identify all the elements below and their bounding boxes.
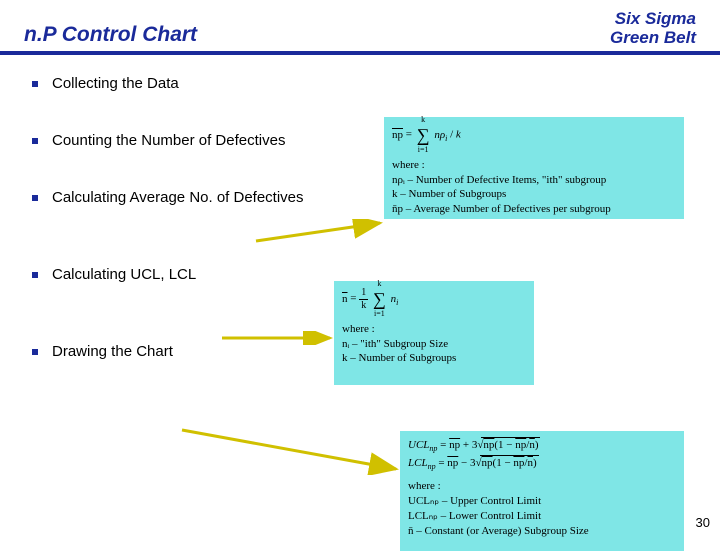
equation-def: k – Number of Subgroups <box>392 187 676 202</box>
equation-box-avg-n: n = 1k ∑ki=1 ni where : nᵢ – "ith" Subgr… <box>334 281 534 385</box>
equation-where: where : <box>408 479 676 494</box>
bullet-text: Collecting the Data <box>52 75 179 92</box>
equation-def: n̄p – Average Number of Defectives per s… <box>392 202 676 217</box>
bullet-text: Drawing the Chart <box>52 343 173 360</box>
brand-line2: Green Belt <box>610 28 696 47</box>
equation-main: n = 1k ∑ki=1 ni <box>342 287 526 311</box>
equation-def: nρᵢ – Number of Defective Items, "ith" s… <box>392 173 676 188</box>
list-item: Collecting the Data <box>30 75 340 92</box>
brand-label: Six Sigma Green Belt <box>610 10 696 47</box>
bullet-list: Collecting the Data Counting the Number … <box>30 75 340 360</box>
equation-def: n̄ – Constant (or Average) Subgroup Size <box>408 524 676 539</box>
equation-main: np = ∑ki=1 nρi / k <box>392 123 676 147</box>
equation-def: nᵢ – "ith" Subgroup Size <box>342 337 526 352</box>
slide-title: n.P Control Chart <box>24 23 197 47</box>
equation-def: k – Number of Subgroups <box>342 351 526 366</box>
list-item: Drawing the Chart <box>30 343 340 360</box>
equation-lcl: LCLnp = np − 3√np(1 − np/n) <box>408 455 676 473</box>
equation-ucl: UCLnp = np + 3√np(1 − np/n) <box>408 437 676 455</box>
equation-where: where : <box>342 322 526 337</box>
bullet-text: Counting the Number of Defectives <box>52 132 285 149</box>
brand-line1: Six Sigma <box>615 9 696 28</box>
slide-body: Collecting the Data Counting the Number … <box>0 55 720 525</box>
list-item: Calculating UCL, LCL <box>30 266 340 283</box>
slide-header: n.P Control Chart Six Sigma Green Belt <box>0 0 720 55</box>
equation-box-ucl-lcl: UCLnp = np + 3√np(1 − np/n) LCLnp = np −… <box>400 431 684 551</box>
list-item: Counting the Number of Defectives <box>30 132 340 149</box>
arrow-icon <box>180 425 402 475</box>
equation-def: LCLₙₚ – Lower Control Limit <box>408 509 676 524</box>
equation-where: where : <box>392 158 676 173</box>
bullet-text: Calculating Average No. of Defectives <box>52 189 304 206</box>
bullet-text: Calculating UCL, LCL <box>52 266 196 283</box>
equation-def: UCLₙₚ – Upper Control Limit <box>408 494 676 509</box>
list-item: Calculating Average No. of Defectives <box>30 189 340 206</box>
page-number: 30 <box>696 515 710 530</box>
equation-box-avg-np: np = ∑ki=1 nρi / k where : nρᵢ – Number … <box>384 117 684 219</box>
